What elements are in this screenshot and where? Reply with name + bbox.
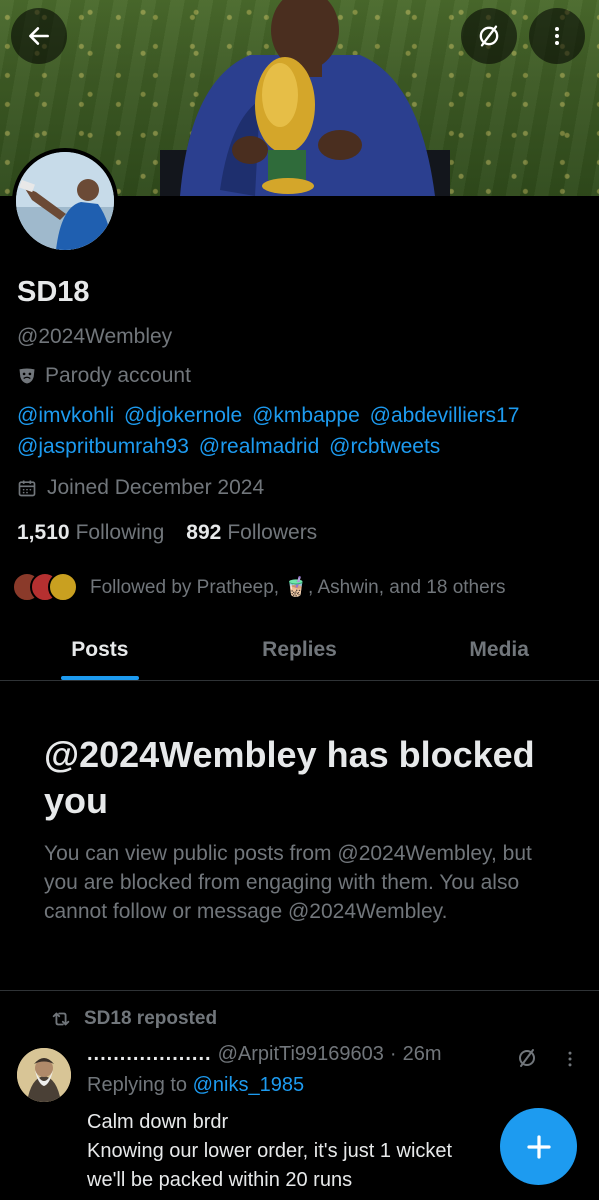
profile-bio: @imvkohli @djokernole @kmbappe @abdevill… bbox=[17, 400, 587, 462]
tab-replies[interactable]: Replies bbox=[200, 620, 400, 680]
avatar-image bbox=[16, 152, 114, 250]
joined-text: Joined December 2024 bbox=[47, 476, 265, 499]
parody-indicator-button[interactable] bbox=[461, 8, 517, 64]
post-more-icon[interactable] bbox=[560, 1048, 580, 1070]
bio-mention-link[interactable]: @kmbappe bbox=[252, 404, 360, 427]
profile-name: SD18 bbox=[17, 276, 90, 308]
joined-date: Joined December 2024 bbox=[17, 476, 264, 500]
parody-label: Parody account bbox=[17, 364, 191, 388]
profile-tabs: Posts Replies Media bbox=[0, 620, 599, 681]
replying-to: Replying to @niks_1985 bbox=[87, 1074, 304, 1097]
followed-by-text: Followed by Pratheep, 🧋, Ashwin, and 18 … bbox=[90, 577, 506, 598]
post-text: Calm down brdr Knowing our lower order, … bbox=[87, 1111, 453, 1191]
slashed-circle-icon bbox=[479, 25, 499, 47]
post-author-handle[interactable]: @ArpitTi99169603 bbox=[218, 1043, 384, 1066]
bio-mention-link[interactable]: @djokernole bbox=[124, 404, 242, 427]
bio-mention-link[interactable]: @realmadrid bbox=[199, 435, 320, 458]
post-time: 26m bbox=[402, 1043, 442, 1065]
back-button[interactable] bbox=[11, 8, 67, 64]
profile-avatar[interactable] bbox=[12, 148, 118, 254]
plus-icon bbox=[526, 1134, 551, 1159]
blocked-title: @2024Wembley has blocked you bbox=[44, 734, 535, 821]
compose-button[interactable] bbox=[500, 1108, 577, 1185]
followers-count: 892 bbox=[186, 521, 222, 544]
banner-player-illustration bbox=[160, 0, 450, 196]
following-count: 1,510 bbox=[17, 521, 70, 544]
calendar-icon bbox=[18, 480, 36, 497]
following-link[interactable]: 1,510 Following bbox=[17, 521, 164, 545]
theater-mask-icon bbox=[19, 368, 35, 384]
profile-handle: @2024Wembley bbox=[17, 325, 173, 348]
repost-text: SD18 reposted bbox=[84, 1008, 218, 1029]
slashed-circle-icon[interactable] bbox=[515, 1046, 539, 1070]
author-avatar-image bbox=[17, 1048, 71, 1102]
bio-mention-link[interactable]: @imvkohli bbox=[17, 404, 114, 427]
arrow-left-icon bbox=[29, 27, 49, 45]
bio-mention-link[interactable]: @jaspritbumrah93 bbox=[17, 435, 189, 458]
repost-icon bbox=[52, 1012, 70, 1026]
post-header: ................... @ArpitTi99169603 · 2… bbox=[87, 1043, 441, 1066]
following-label: Following bbox=[75, 521, 165, 544]
post-author-name[interactable]: ................... bbox=[87, 1043, 212, 1066]
follower-avatar bbox=[48, 572, 78, 602]
tab-posts[interactable]: Posts bbox=[0, 620, 200, 680]
parody-text: Parody account bbox=[45, 364, 191, 387]
tab-media[interactable]: Media bbox=[399, 620, 599, 680]
more-options-button[interactable] bbox=[529, 8, 585, 64]
post-author-avatar[interactable] bbox=[17, 1048, 71, 1102]
blocked-message: You can view public posts from @2024Wemb… bbox=[44, 842, 532, 923]
follow-stats: 1,510 Following 892 Followers bbox=[17, 521, 317, 545]
followers-label: Followers bbox=[227, 521, 318, 544]
followed-by-row[interactable]: Followed by Pratheep, 🧋, Ashwin, and 18 … bbox=[12, 572, 506, 602]
replying-handle-link[interactable]: @niks_1985 bbox=[193, 1074, 304, 1096]
divider bbox=[0, 990, 599, 991]
bio-mention-link[interactable]: @rcbtweets bbox=[329, 435, 440, 458]
more-vertical-icon bbox=[555, 27, 559, 45]
repost-indicator: SD18 reposted bbox=[50, 1008, 217, 1030]
bio-mention-link[interactable]: @abdevilliers17 bbox=[370, 404, 520, 427]
replying-prefix: Replying to bbox=[87, 1074, 193, 1096]
followers-link[interactable]: 892 Followers bbox=[186, 521, 317, 545]
separator-dot: · bbox=[389, 1043, 397, 1065]
